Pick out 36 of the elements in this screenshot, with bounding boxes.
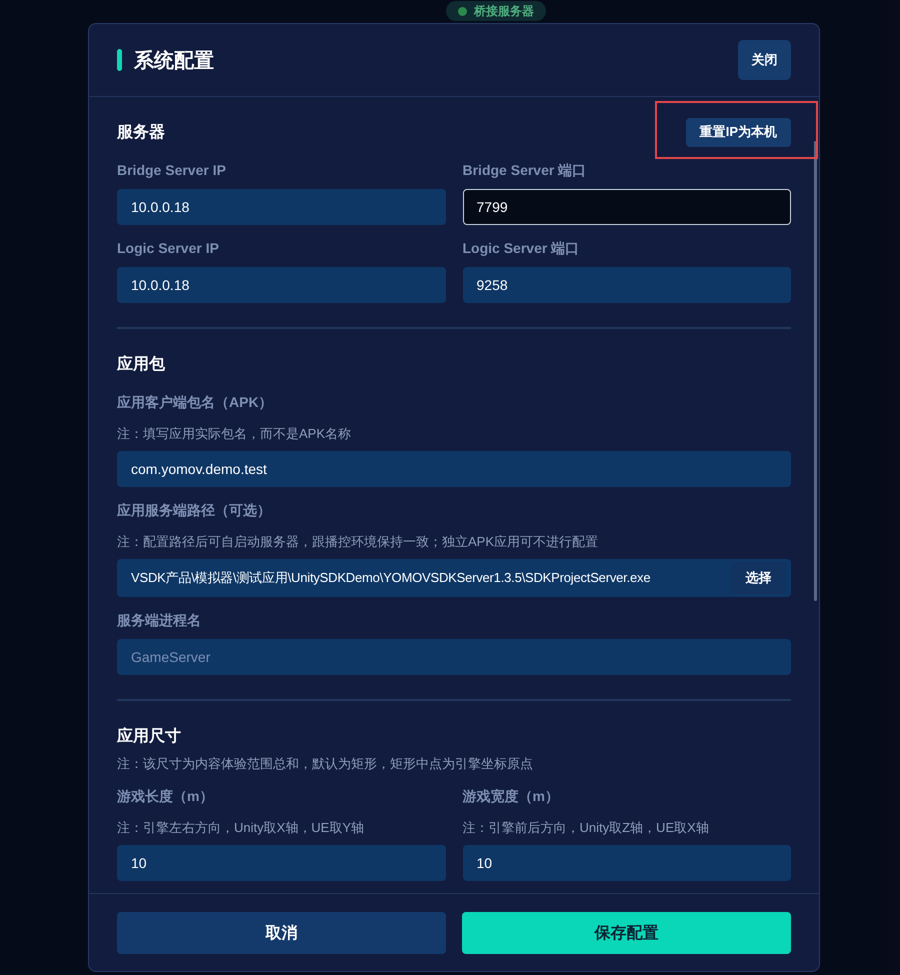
field-label: Bridge Server IP (117, 161, 227, 179)
field-label: Logic Server 端口 (462, 239, 580, 257)
scrollbar-thumb[interactable] (814, 141, 817, 601)
section-title: 应用尺寸 (117, 726, 181, 746)
field-label: 应用服务端路径（可选） (117, 501, 272, 519)
field-label: Logic Server IP (117, 239, 220, 257)
section-note: 注：该尺寸为内容体验范围总和，默认为矩形，矩形中点为引擎坐标原点 (117, 755, 534, 773)
section-title: 应用包 (117, 354, 165, 374)
status-dot (458, 6, 467, 16)
save-button[interactable]: 保存配置 (462, 912, 791, 954)
field-label: Bridge Server 端口 (462, 161, 588, 179)
input-field[interactable]: com.yomov.demo.test (117, 451, 791, 487)
close-button[interactable]: 关闭 (738, 40, 791, 80)
field-label: 应用客户端包名（APK） (117, 393, 274, 411)
input-field[interactable]: VSDK产品\模拟器\测试应用\UnitySDKDemo\YOMOVSDKServer1.3.5\SDKProjectServer.exe 选择 (117, 559, 791, 597)
reset-ip-button[interactable]: 重置IP为本机 (686, 118, 791, 146)
input-field[interactable]: 7799 (462, 189, 791, 225)
field-label: 游戏宽度（m） (462, 787, 560, 805)
field-note: 注：引擎前后方向，Unity取Z轴，UE取X轴 (462, 819, 710, 837)
field-note: 注：配置路径后可自启动服务器，跟播控环境保持一致；独立APK应用可不进行配置 (117, 533, 600, 551)
choose-button[interactable]: 选择 (731, 562, 786, 594)
section-title: 服务器 (117, 122, 165, 142)
input-field[interactable]: GameServer (117, 639, 791, 675)
input-field[interactable]: 10 (462, 845, 791, 881)
field-label: 服务端进程名 (117, 611, 202, 629)
accent-bar (117, 49, 122, 71)
field-note: 注：引擎左右方向，Unity取X轴，UE取Y轴 (117, 819, 366, 837)
input-field[interactable]: 10 (117, 845, 446, 881)
input-field[interactable]: 10.0.0.18 (117, 267, 446, 303)
input-field[interactable]: 10.0.0.18 (117, 189, 446, 225)
cancel-button[interactable]: 取消 (117, 912, 446, 954)
field-note: 注：填写应用实际包名，而不是APK名称 (117, 425, 352, 443)
status-text: 桥接服务器 (474, 2, 534, 20)
field-label: 游戏长度（m） (117, 787, 214, 805)
input-field[interactable]: 9258 (462, 267, 791, 303)
dialog-title: 系统配置 (134, 48, 215, 74)
